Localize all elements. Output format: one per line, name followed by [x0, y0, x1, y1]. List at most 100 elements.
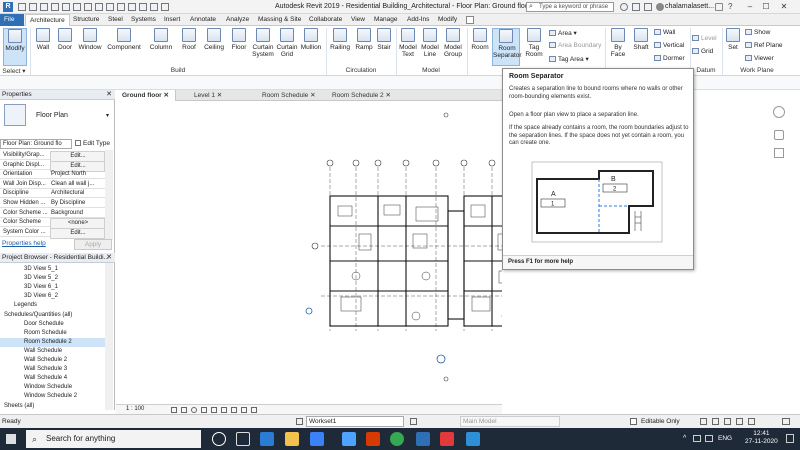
tab-collaborate[interactable]: Collaborate — [305, 14, 346, 26]
property-row[interactable]: Color Scheme ... Background — [0, 209, 105, 218]
tag-area-button[interactable]: Tag Area ▾ — [549, 55, 589, 63]
3d-view-icon[interactable] — [117, 3, 125, 11]
tab-insert[interactable]: Insert — [160, 14, 184, 26]
design-option-select[interactable]: Main Model — [460, 416, 560, 427]
property-value[interactable]: Background — [50, 209, 105, 218]
dimension-icon[interactable] — [95, 3, 103, 11]
property-value[interactable]: Project North — [50, 170, 105, 179]
browser-tree-item[interactable]: Sheets (all) — [0, 402, 105, 411]
sun-path-icon[interactable] — [191, 407, 197, 413]
view-scale[interactable]: 1 : 100 — [126, 405, 144, 414]
switch-windows-icon[interactable] — [161, 3, 169, 11]
filter-icon[interactable] — [782, 418, 790, 425]
close-icon[interactable]: ✕ — [106, 253, 112, 262]
tray-chevron-icon[interactable]: ^ — [683, 435, 686, 442]
properties-scrollbar[interactable] — [105, 150, 113, 240]
taskbar-search-box[interactable]: ⌕ Search for anything — [26, 430, 201, 448]
tab-analyze[interactable]: Analyze — [222, 14, 253, 26]
model-text-button[interactable]: Model Text — [398, 28, 418, 66]
tab-manage[interactable]: Manage — [370, 14, 402, 26]
notification-icon[interactable] — [786, 434, 794, 443]
drawing-canvas[interactable] — [116, 101, 566, 399]
tab-systems[interactable]: Systems — [127, 14, 160, 26]
detail-level-icon[interactable] — [171, 407, 177, 413]
property-value[interactable]: Clean all wall j... — [50, 180, 105, 189]
show-crop-icon[interactable] — [221, 407, 227, 413]
tab-file[interactable]: File — [0, 14, 24, 26]
railing-button[interactable]: Railing — [329, 28, 351, 66]
show-workplane-button[interactable]: Show — [745, 29, 770, 36]
acrobat-icon[interactable] — [440, 432, 454, 446]
temp-hide-icon[interactable] — [241, 407, 247, 413]
area-boundary-button[interactable]: Area Boundary — [549, 42, 601, 49]
close-icon[interactable]: ✕ — [217, 92, 222, 99]
apply-button[interactable]: Apply — [74, 239, 112, 250]
lock-view-icon[interactable] — [231, 407, 237, 413]
revit-taskbar-icon[interactable] — [416, 432, 430, 446]
tab-massing-site[interactable]: Massing & Site — [254, 14, 305, 26]
edit-type-button[interactable]: Edit Type — [75, 139, 113, 149]
select-dropdown[interactable]: Select ▾ — [0, 67, 28, 76]
browser-tree-item[interactable]: 3D View 5_2 — [0, 274, 105, 283]
stair-button[interactable]: Stair — [375, 28, 393, 66]
print-icon[interactable] — [73, 3, 81, 11]
set-workplane-button[interactable]: Set — [724, 28, 742, 66]
ribbon-toggle-icon[interactable] — [466, 16, 474, 24]
visual-style-icon[interactable] — [181, 407, 187, 413]
app-icon[interactable] — [466, 432, 480, 446]
modify-button[interactable]: Modify — [3, 28, 27, 66]
shadows-icon[interactable] — [201, 407, 207, 413]
floor-button[interactable]: Floor — [229, 28, 249, 66]
ramp-button[interactable]: Ramp — [355, 28, 373, 66]
viewer-button[interactable]: Viewer — [745, 55, 774, 62]
close-icon[interactable]: ✕ — [106, 90, 112, 100]
area-button[interactable]: Area ▾ — [549, 29, 577, 37]
browser-tree-item[interactable]: Wall Schedule 2 — [0, 356, 105, 365]
property-row[interactable]: Visibility/Grap... Edit... — [0, 151, 105, 162]
property-row[interactable]: Graphic Displ... Edit... — [0, 160, 105, 172]
vertical-opening-button[interactable]: Vertical — [654, 42, 684, 49]
clock[interactable]: 12:41 27-11-2020 — [745, 430, 778, 446]
browser-tree-item[interactable]: Wall Schedule 4 — [0, 374, 105, 383]
reveal-hidden-icon[interactable] — [251, 407, 257, 413]
drag-elements-icon[interactable] — [748, 418, 755, 425]
view-tab-ground-floor[interactable]: Ground floor ✕ — [116, 90, 176, 101]
minimize-button[interactable]: – — [744, 1, 756, 12]
property-row[interactable]: Color Scheme <none> — [0, 218, 105, 230]
sync-icon[interactable] — [40, 3, 48, 11]
column-button[interactable]: Column — [148, 28, 174, 66]
undo-icon[interactable] — [51, 3, 59, 11]
task-view-icon[interactable] — [236, 432, 250, 446]
room-button[interactable]: Room — [469, 28, 491, 66]
select-pinned-icon[interactable] — [724, 418, 731, 425]
browser-tree-item[interactable]: Wall Schedule 3 — [0, 365, 105, 374]
by-face-button[interactable]: By Face — [607, 28, 629, 66]
close-button[interactable]: ✕ — [778, 1, 790, 12]
subscription-icon[interactable] — [632, 3, 640, 11]
view-tab-level-1[interactable]: Level 1 ✕ — [188, 90, 228, 101]
select-links-icon[interactable] — [700, 418, 707, 425]
property-row[interactable]: Discipline Architectural — [0, 189, 105, 199]
dormer-button[interactable]: Dormer — [654, 55, 685, 62]
battery-icon[interactable] — [693, 435, 701, 442]
design-options-icon[interactable] — [410, 418, 417, 425]
username[interactable]: chalamalasett... — [665, 3, 714, 10]
measure-icon[interactable] — [84, 3, 92, 11]
shaft-button[interactable]: Shaft — [630, 28, 652, 66]
component-button[interactable]: Component — [106, 28, 142, 66]
office-icon[interactable] — [366, 432, 380, 446]
file-explorer-icon[interactable] — [285, 432, 299, 446]
text-icon[interactable] — [106, 3, 114, 11]
maximize-button[interactable]: ☐ — [760, 1, 772, 12]
browser-tree-item[interactable]: Room Schedule — [0, 329, 105, 338]
tag-room-button[interactable]: Tag Room — [523, 28, 545, 66]
wall-button[interactable]: Wall — [33, 28, 53, 66]
browser-tree-item[interactable]: Door Schedule — [0, 320, 105, 329]
close-hidden-icon[interactable] — [150, 3, 158, 11]
wall-opening-button[interactable]: Wall — [654, 29, 675, 36]
tab-steel[interactable]: Steel — [104, 14, 127, 26]
browser-scrollbar[interactable] — [105, 263, 113, 410]
room-separator-button[interactable]: Room Separator — [492, 28, 522, 66]
chrome-icon[interactable] — [390, 432, 404, 446]
binoculars-icon[interactable] — [620, 3, 628, 11]
